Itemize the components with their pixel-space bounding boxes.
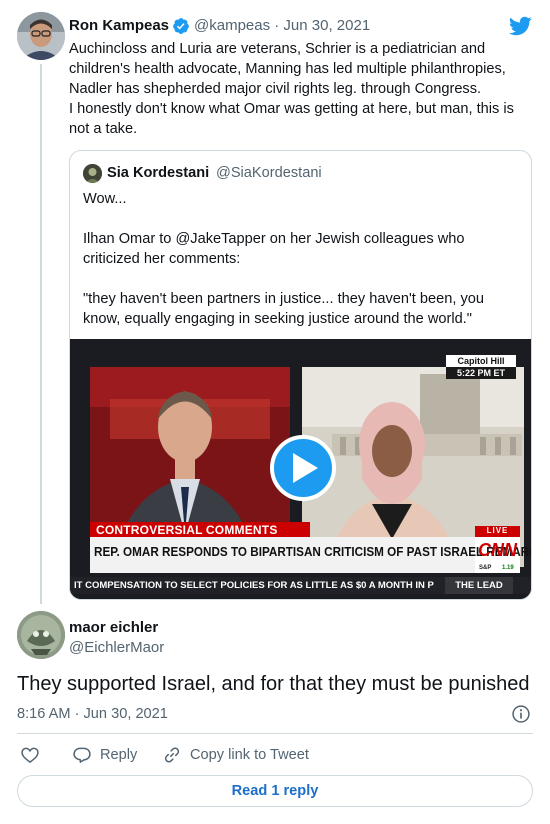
reply-button[interactable]: Reply bbox=[72, 745, 137, 765]
avatar[interactable] bbox=[17, 12, 65, 60]
ticker-index: S&P bbox=[479, 565, 492, 571]
reply-avatar[interactable] bbox=[17, 611, 65, 659]
ticker-value: 1.19 bbox=[502, 565, 514, 571]
reply-author-name[interactable]: maor eichler bbox=[69, 619, 158, 636]
location-label: Capitol Hill bbox=[457, 356, 505, 366]
info-icon[interactable] bbox=[511, 704, 531, 724]
time-label: 5:22 PM ET bbox=[456, 368, 505, 378]
verified-badge-icon bbox=[173, 18, 189, 34]
heart-icon bbox=[21, 747, 39, 764]
show-name: THE LEAD bbox=[455, 580, 503, 591]
tweet-text: Auchincloss and Luria are veterans, Schr… bbox=[69, 41, 514, 137]
reply-tweet-text: They supported Israel, and for that they… bbox=[17, 673, 530, 695]
news-ticker: IT COMPENSATION TO SELECT POLICIES FOR A… bbox=[74, 580, 434, 591]
copy-link-button[interactable]: Copy link to Tweet bbox=[162, 745, 309, 765]
reply-timestamp[interactable]: 8:16 AM · Jun 30, 2021 bbox=[17, 706, 168, 722]
reply-handle[interactable]: @EichlerMaor bbox=[69, 639, 164, 656]
copy-link-label: Copy link to Tweet bbox=[190, 747, 309, 763]
read-replies-button[interactable]: Read 1 reply bbox=[17, 775, 533, 807]
like-button[interactable] bbox=[20, 745, 48, 765]
reply-avatar-photo bbox=[17, 611, 65, 659]
headline: REP. OMAR RESPONDS TO BIPARTISAN CRITICI… bbox=[94, 544, 532, 559]
author-name[interactable]: Ron Kampeas bbox=[69, 17, 169, 34]
twitter-bird-icon[interactable] bbox=[508, 14, 532, 38]
divider bbox=[17, 733, 533, 734]
play-button[interactable] bbox=[272, 437, 334, 499]
video-player[interactable]: Capitol Hill 5:22 PM ET CONTROVERSIAL CO… bbox=[70, 339, 532, 599]
cnn-logo: CNN bbox=[478, 540, 517, 560]
avatar-photo bbox=[17, 12, 65, 60]
quoted-tweet-text: Wow... Ilhan Omar to @JakeTapper on her … bbox=[83, 191, 484, 327]
handle-and-date[interactable]: @kampeas · Jun 30, 2021 bbox=[194, 17, 370, 34]
quoted-avatar-photo bbox=[83, 164, 102, 183]
link-icon bbox=[164, 747, 180, 763]
live-label: LIVE bbox=[486, 526, 509, 535]
thread-line bbox=[40, 64, 42, 604]
reply-icon bbox=[73, 747, 91, 763]
quoted-handle[interactable]: @SiaKordestani bbox=[216, 165, 322, 181]
quoted-tweet-card[interactable]: Sia Kordestani @SiaKordestani Wow... Ilh… bbox=[69, 150, 532, 600]
quoted-avatar[interactable] bbox=[83, 164, 102, 183]
reply-label: Reply bbox=[100, 747, 138, 763]
segment-label: CONTROVERSIAL COMMENTS bbox=[96, 523, 278, 537]
quoted-author-name[interactable]: Sia Kordestani bbox=[107, 165, 209, 181]
